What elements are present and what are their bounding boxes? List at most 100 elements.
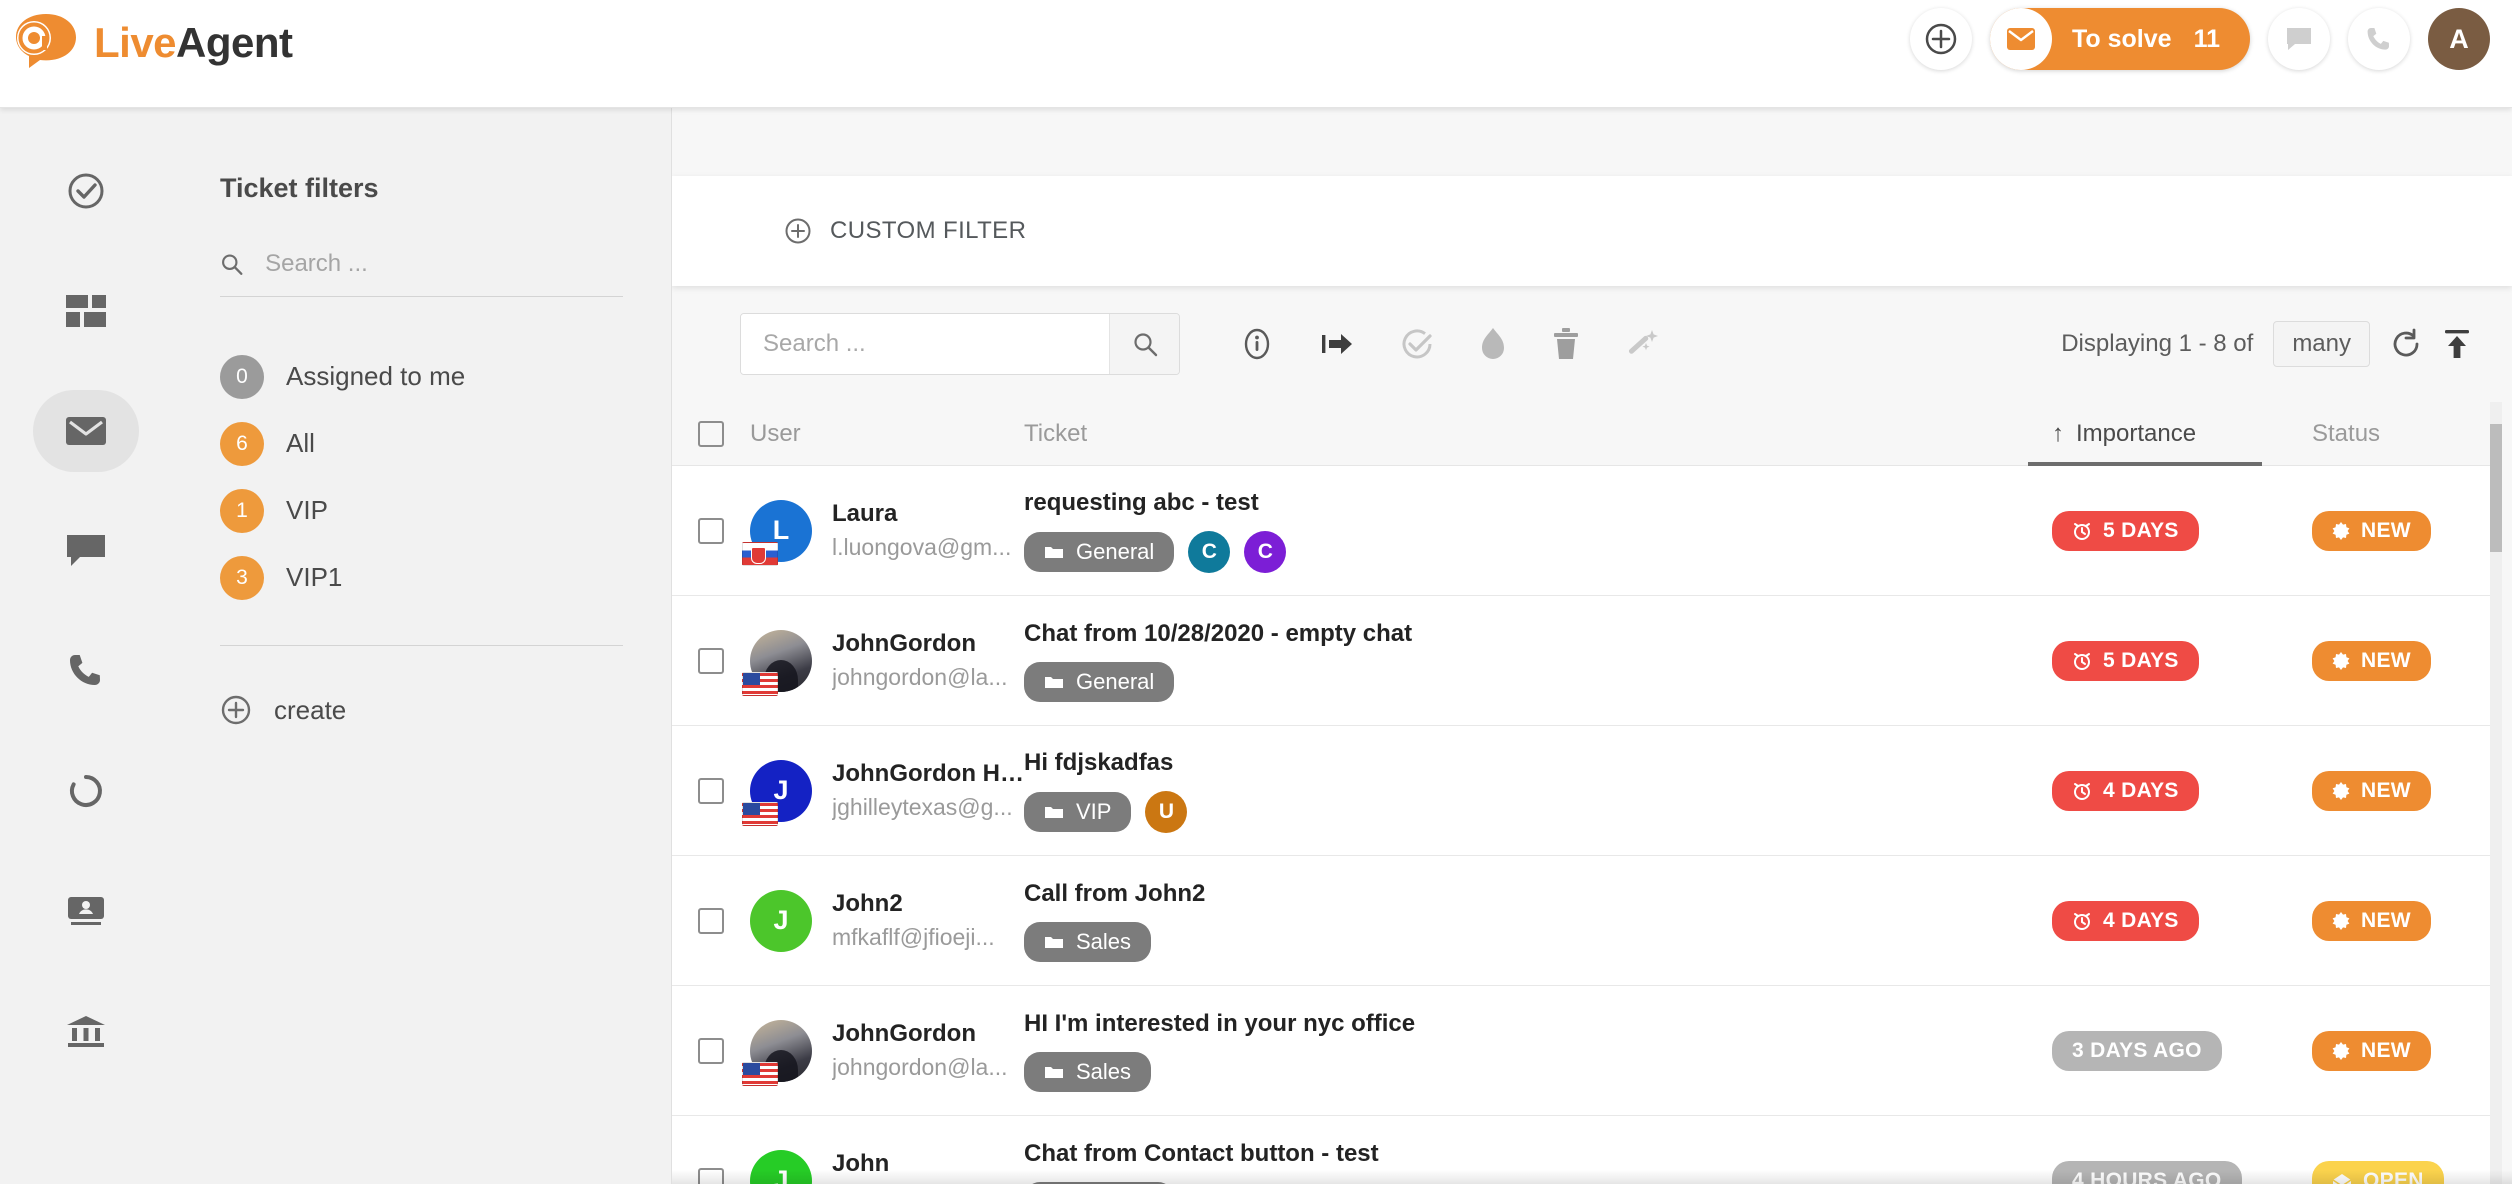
user-name: JohnGordon [832,630,1008,658]
filter-count-badge: 1 [220,489,264,533]
phone-icon [67,652,105,690]
department-label: General [1076,539,1154,565]
ticket-tag[interactable]: C [1244,531,1286,573]
chat-bubble-icon [65,533,107,569]
row-select-cell [672,1038,750,1064]
plus-circle-icon [1924,22,1958,56]
sidebar-item-chats[interactable] [33,510,139,592]
column-header-ticket[interactable]: Ticket [1024,420,2052,448]
page-size-button[interactable]: many [2273,321,2370,367]
table-row[interactable]: J John johndoe@test.... Chat from Contac… [672,1116,2492,1184]
filter-item-assigned-to-me[interactable]: 0 Assigned to me [220,343,623,410]
user-avatar[interactable]: A [2428,8,2490,70]
to-solve-button[interactable]: To solve 11 [1990,8,2250,70]
sidebar-item-contacts[interactable] [33,870,139,952]
table-row[interactable]: L Laura l.luongova@gm... requesting abc … [672,466,2492,596]
user-email: johngordon@la... [832,664,1008,691]
department-tag: General [1024,532,1174,572]
add-button[interactable] [1910,8,1972,70]
list-scrollbar-thumb[interactable] [2490,424,2502,552]
ticket-tag[interactable]: U [1145,791,1187,833]
user-name: JohnGordon Hi... [832,760,1024,788]
avatar-initial: J [750,890,812,952]
sidebar-item-activity[interactable] [33,750,139,832]
table-row[interactable]: JohnGordon johngordon@la... HI I'm inter… [672,986,2492,1116]
row-checkbox[interactable] [698,1168,724,1184]
to-solve-icon-circle [1990,8,2052,70]
row-ticket-cell: Chat from Contact button - test General [1024,1140,2052,1184]
envelope-icon [2006,27,2036,51]
filter-item-vip1[interactable]: 3 VIP1 [220,544,623,611]
table-row[interactable]: JohnGordon johngordon@la... Chat from 10… [672,596,2492,726]
export-button[interactable] [2442,328,2472,360]
resolve-button[interactable] [1400,327,1434,361]
info-button[interactable] [1240,327,1274,361]
user-email: l.luongova@gm... [832,534,1011,561]
resolve-icon [1400,327,1434,361]
ticket-search-button[interactable] [1109,314,1179,374]
status-badge: NEW [2312,641,2431,681]
filter-item-all[interactable]: 6 All [220,410,623,477]
logo-agent: Agent [176,19,293,66]
logo-text: LiveAgent [94,22,293,64]
column-header-user[interactable]: User [750,420,1024,448]
primary-nav-rail [0,108,172,1184]
filter-search-input[interactable] [265,250,623,278]
tickets-toolbar: Displaying 1 - 8 of many [672,286,2512,402]
liveagent-logo[interactable]: LiveAgent [10,10,293,76]
alarm-clock-icon [2072,521,2092,541]
row-checkbox[interactable] [698,908,724,934]
table-row[interactable]: J JohnGordon Hi... jghilleytexas@g... Hi… [672,726,2492,856]
filter-search[interactable] [220,250,623,297]
magic-wand-icon [1626,327,1660,361]
sidebar-item-dashboard[interactable] [33,270,139,352]
to-solve-count: 11 [2194,25,2220,54]
sidebar-item-company[interactable] [33,990,139,1072]
chat-button[interactable] [2268,8,2330,70]
user-email: johngordon@la... [832,1054,1008,1081]
avatar: J [750,760,812,822]
phone-button[interactable] [2348,8,2410,70]
status-badge: OPEN [2312,1161,2444,1184]
user-email: jghilleytexas@g... [832,794,1024,821]
ticket-search[interactable] [740,313,1180,375]
avatar: L [750,500,812,562]
logo-live: Live [94,19,176,66]
ticket-tag[interactable]: C [1188,531,1230,573]
ticket-search-input[interactable] [741,314,1109,374]
filters-divider [220,645,623,646]
filter-item-vip[interactable]: 1 VIP [220,477,623,544]
ticket-subject: Chat from Contact button - test [1024,1140,2052,1168]
sidebar-item-calls[interactable] [33,630,139,712]
status-label: OPEN [2363,1169,2424,1184]
row-checkbox[interactable] [698,1038,724,1064]
sidebar-item-overview[interactable] [33,150,139,232]
custom-filter-button[interactable]: CUSTOM FILTER [784,217,1026,245]
department-tag: Sales [1024,1052,1151,1092]
flag-sk-icon [742,542,778,566]
row-checkbox[interactable] [698,518,724,544]
column-header-importance[interactable]: ↑ Importance [2052,402,2312,466]
open-envelope-icon [2332,1173,2352,1184]
row-status-cell: NEW [2312,511,2492,551]
importance-sort[interactable]: ↑ Importance [2052,402,2196,466]
select-all-checkbox[interactable] [698,421,724,447]
row-checkbox[interactable] [698,778,724,804]
folder-icon [1044,1064,1064,1080]
user-name: Laura [832,500,1011,528]
postpone-button[interactable] [1480,327,1506,361]
delete-button[interactable] [1552,327,1580,361]
displaying-text: Displaying 1 - 8 of [2061,330,2253,358]
column-header-status[interactable]: Status [2312,420,2492,448]
create-filter-button[interactable]: create [220,694,623,726]
filter-list: 0 Assigned to me 6 All 1 VIP 3 VIP1 [220,343,623,611]
row-checkbox[interactable] [698,648,724,674]
transfer-button[interactable] [1320,329,1354,359]
sidebar-item-tickets[interactable] [33,390,139,472]
table-header: User Ticket ↑ Importance Status [672,402,2492,466]
folder-icon [1044,804,1064,820]
table-row[interactable]: J John2 mfkaflf@jfioeji... Call from Joh… [672,856,2492,986]
magic-button[interactable] [1626,327,1660,361]
refresh-button[interactable] [2390,328,2422,360]
refresh-icon [2390,328,2422,360]
